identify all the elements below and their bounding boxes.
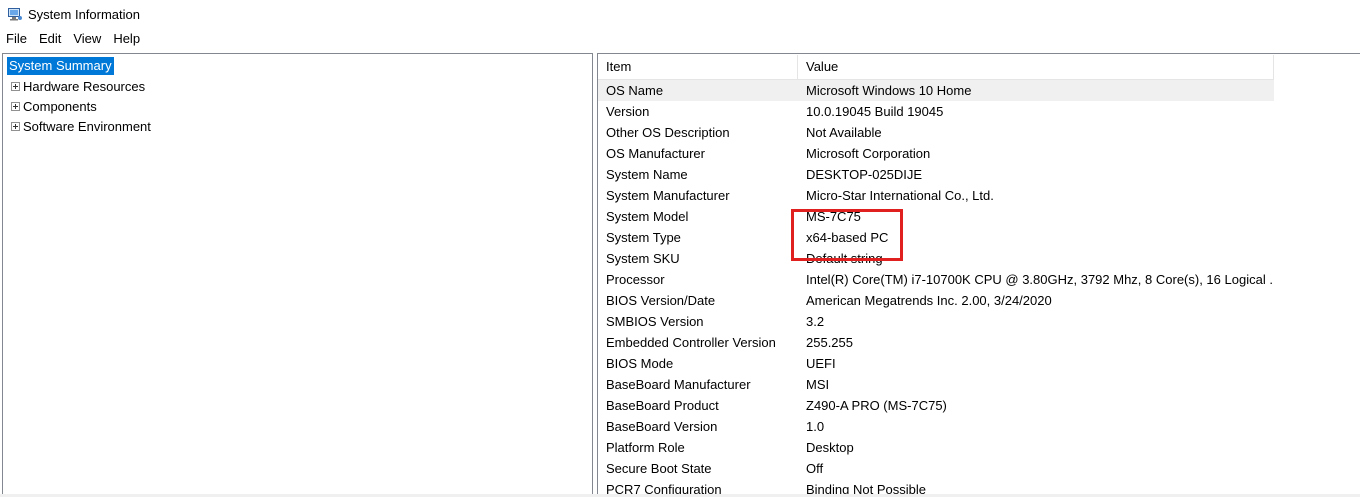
row-value: American Megatrends Inc. 2.00, 3/24/2020 (806, 293, 1052, 308)
row-item: Version (606, 104, 650, 119)
row-value: 1.0 (806, 419, 825, 434)
row-value: Desktop (806, 440, 854, 455)
table-row[interactable]: System Model MS-7C75 (598, 206, 1274, 227)
table-row[interactable]: System Name DESKTOP-025DIJE (598, 164, 1274, 185)
row-value: Off (806, 461, 824, 476)
row-item: System SKU (606, 251, 680, 266)
menu-edit[interactable]: Edit (33, 28, 67, 50)
row-item: BIOS Mode (606, 356, 674, 371)
row-item: OS Name (606, 83, 664, 98)
table-row[interactable]: BIOS Mode UEFI (598, 353, 1274, 374)
table-row[interactable]: Other OS Description Not Available (598, 122, 1274, 143)
table-row[interactable]: BaseBoard Product Z490-A PRO (MS-7C75) (598, 395, 1274, 416)
row-item: SMBIOS Version (606, 314, 704, 329)
tree-item-label: System Summary (7, 57, 114, 75)
row-item: BaseBoard Product (606, 398, 719, 413)
row-item: Embedded Controller Version (606, 335, 776, 350)
tree-item-hardware-resources[interactable]: Hardware Resources (11, 77, 145, 95)
expand-icon[interactable] (11, 121, 20, 131)
row-item: System Model (606, 209, 689, 224)
tree-item-components[interactable]: Components (11, 97, 97, 115)
menu-help[interactable]: Help (107, 28, 146, 50)
row-value: DESKTOP-025DIJE (806, 167, 923, 182)
row-value: Default string (806, 251, 883, 266)
row-value: x64-based PC (806, 230, 889, 245)
column-header-value[interactable]: Value (798, 55, 1274, 79)
row-value: 10.0.19045 Build 19045 (806, 104, 944, 119)
row-item: Platform Role (606, 440, 685, 455)
table-row[interactable]: Secure Boot State Off (598, 458, 1274, 479)
window-title: System Information (28, 6, 140, 22)
row-value: Not Available (806, 125, 882, 140)
row-value: UEFI (806, 356, 836, 371)
title-bar: System Information (0, 0, 1360, 28)
row-value: MS-7C75 (806, 209, 861, 224)
table-row[interactable]: Processor Intel(R) Core(TM) i7-10700K CP… (598, 269, 1274, 290)
row-value: Microsoft Windows 10 Home (806, 83, 972, 98)
category-tree[interactable]: System Summary Hardware Resources Compon… (2, 53, 593, 497)
row-value: MSI (806, 377, 830, 392)
row-item: System Type (606, 230, 681, 245)
table-row[interactable]: OS Name Microsoft Windows 10 Home (598, 80, 1274, 101)
row-value: Microsoft Corporation (806, 146, 931, 161)
row-item: System Name (606, 167, 688, 182)
row-value: Intel(R) Core(TM) i7-10700K CPU @ 3.80GH… (806, 272, 1274, 287)
row-value: Z490-A PRO (MS-7C75) (806, 398, 947, 413)
tree-item-label: Components (23, 98, 97, 114)
table-row[interactable]: System Type x64-based PC (598, 227, 1274, 248)
menu-view[interactable]: View (67, 28, 107, 50)
row-item: BaseBoard Manufacturer (606, 377, 751, 392)
table-row[interactable]: System Manufacturer Micro-Star Internati… (598, 185, 1274, 206)
row-value: Micro-Star International Co., Ltd. (806, 188, 994, 203)
tree-item-system-summary[interactable]: System Summary (7, 57, 114, 75)
details-list[interactable]: Item Value OS Name Microsoft Windows 10 … (597, 53, 1360, 497)
table-row[interactable]: Embedded Controller Version 255.255 (598, 332, 1274, 353)
list-header: Item Value (598, 55, 1274, 80)
row-item: Processor (606, 272, 665, 287)
tree-item-label: Software Environment (23, 118, 151, 134)
menu-file[interactable]: File (0, 28, 33, 50)
row-item: System Manufacturer (606, 188, 730, 203)
table-row[interactable]: BaseBoard Manufacturer MSI (598, 374, 1274, 395)
row-item: BIOS Version/Date (606, 293, 716, 308)
row-item: Other OS Description (606, 125, 730, 140)
table-row[interactable]: Platform Role Desktop (598, 437, 1274, 458)
table-row[interactable]: BIOS Version/Date American Megatrends In… (598, 290, 1274, 311)
system-information-icon (8, 7, 22, 21)
tree-item-software-environment[interactable]: Software Environment (11, 117, 151, 135)
row-value: 3.2 (806, 314, 825, 329)
expand-icon[interactable] (11, 101, 20, 111)
table-row[interactable]: SMBIOS Version 3.2 (598, 311, 1274, 332)
menu-bar: File Edit View Help (0, 28, 1360, 50)
table-row[interactable]: OS Manufacturer Microsoft Corporation (598, 143, 1274, 164)
row-item: OS Manufacturer (606, 146, 705, 161)
tree-item-label: Hardware Resources (23, 78, 146, 94)
table-row[interactable]: Version 10.0.19045 Build 19045 (598, 101, 1274, 122)
row-value: 255.255 (806, 335, 853, 350)
expand-icon[interactable] (11, 81, 20, 91)
column-header-item[interactable]: Item (598, 55, 798, 79)
table-row[interactable]: System SKU Default string (598, 248, 1274, 269)
row-item: Secure Boot State (606, 461, 712, 476)
row-item: BaseBoard Version (606, 419, 718, 434)
table-row[interactable]: BaseBoard Version 1.0 (598, 416, 1274, 437)
